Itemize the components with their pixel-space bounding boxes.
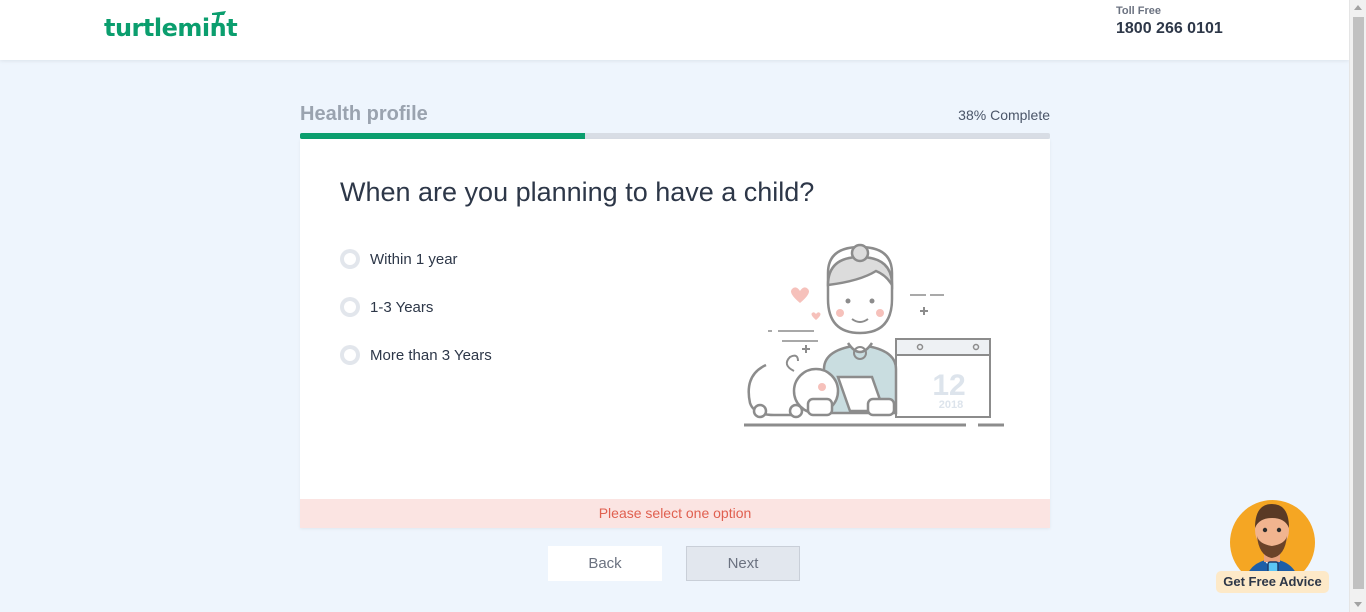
question-title: When are you planning to have a child? bbox=[340, 177, 815, 207]
scroll-down-arrow-icon[interactable] bbox=[1354, 602, 1362, 607]
calendar-day-text: 12 bbox=[932, 369, 965, 402]
option-more-than-3-years[interactable]: More than 3 Years bbox=[340, 343, 492, 367]
toll-free-label: Toll Free bbox=[1116, 5, 1162, 17]
progress-percent-text: 38% Complete bbox=[958, 107, 1050, 123]
logo-mark-icon bbox=[212, 11, 226, 25]
toll-free-number[interactable]: 1800 266 0101 bbox=[1116, 20, 1223, 38]
top-header: turtlemint Toll Free 1800 266 0101 bbox=[0, 0, 1349, 60]
option-label: 1-3 Years bbox=[370, 298, 434, 316]
radio-button[interactable] bbox=[340, 345, 360, 365]
mother-baby-illustration: 12 2018 bbox=[744, 243, 1004, 427]
toll-free-info: Toll Free 1800 266 0101 bbox=[1116, 5, 1223, 38]
validation-error: Please select one option bbox=[300, 499, 1050, 528]
free-advice-widget[interactable]: Get Free Advice bbox=[1216, 484, 1330, 594]
answer-options: Within 1 year 1-3 Years More than 3 Year… bbox=[340, 247, 492, 391]
page-scrollbar[interactable] bbox=[1349, 0, 1366, 612]
question-card: When are you planning to have a child? W… bbox=[300, 139, 1050, 528]
option-within-1-year[interactable]: Within 1 year bbox=[340, 247, 492, 271]
radio-button[interactable] bbox=[340, 297, 360, 317]
scroll-up-arrow-icon[interactable] bbox=[1354, 5, 1362, 10]
option-1-3-years[interactable]: 1-3 Years bbox=[340, 295, 492, 319]
calendar-year-text: 2018 bbox=[939, 399, 963, 411]
option-label: Within 1 year bbox=[370, 250, 458, 268]
section-title: Health profile bbox=[300, 103, 428, 125]
next-button[interactable]: Next bbox=[686, 546, 800, 581]
scroll-thumb[interactable] bbox=[1353, 17, 1364, 589]
free-advice-label[interactable]: Get Free Advice bbox=[1216, 571, 1329, 593]
option-label: More than 3 Years bbox=[370, 346, 492, 364]
radio-button[interactable] bbox=[340, 249, 360, 269]
back-button[interactable]: Back bbox=[548, 546, 662, 581]
